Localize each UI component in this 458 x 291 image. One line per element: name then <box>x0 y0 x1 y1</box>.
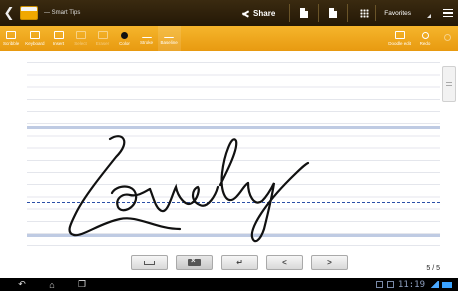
tool-label: Eraser <box>95 41 110 46</box>
recent-apps-icon[interactable]: ❐ <box>74 279 90 290</box>
editing-toolbar: Scribble Keyboard Insert Select Eraser C… <box>0 26 458 51</box>
notes-app-icon[interactable] <box>20 6 38 20</box>
back-chevron-icon[interactable]: ❮ <box>2 5 16 21</box>
keyboard-icon <box>29 31 40 39</box>
prev-key[interactable]: < <box>266 255 303 270</box>
favorites-label: Favorites <box>384 9 411 17</box>
backspace-key[interactable] <box>176 255 213 270</box>
space-key[interactable] <box>131 255 168 270</box>
export-page-icon[interactable] <box>300 8 309 18</box>
baseline-icon <box>164 33 175 38</box>
home-icon[interactable]: ⌂ <box>44 280 60 290</box>
share-icon <box>241 9 250 18</box>
divider <box>289 4 291 22</box>
tool-label: Redo <box>419 40 431 46</box>
tool-label: Keyboard <box>25 41 45 46</box>
system-nav-bar: ↶ ⌂ ❐ 11:19 <box>0 278 458 291</box>
divider <box>318 4 320 22</box>
select-icon <box>75 31 86 39</box>
handwriting-lovely <box>68 135 310 243</box>
divider <box>347 4 349 22</box>
page-scroll-handle[interactable] <box>442 66 456 102</box>
clock[interactable]: 11:19 <box>398 280 425 290</box>
tool-scribble[interactable]: Scribble <box>0 26 22 51</box>
share-button[interactable]: Share <box>241 9 275 18</box>
space-icon <box>144 260 155 265</box>
page-indicator: 5 / 5 <box>426 265 440 272</box>
usb-icon[interactable] <box>386 281 394 288</box>
share-label: Share <box>253 8 276 18</box>
next-key[interactable]: > <box>311 255 348 270</box>
tool-baseline[interactable]: Baseline <box>157 26 181 51</box>
enter-icon: ↵ <box>236 258 243 267</box>
tool-redo[interactable]: Redo <box>414 26 436 51</box>
insert-icon <box>53 31 64 39</box>
back-icon[interactable]: ↶ <box>14 279 30 290</box>
tool-select[interactable]: Select <box>70 26 92 51</box>
backspace-icon <box>188 256 201 266</box>
action-bar: ❮ — Smart Tips Share Favorites <box>0 0 458 26</box>
tool-stroke[interactable]: Stroke <box>136 26 158 51</box>
tool-label: Stroke <box>140 39 154 45</box>
scribble-icon <box>6 31 17 39</box>
grid-view-icon[interactable] <box>360 8 370 18</box>
tool-keyboard[interactable]: Keyboard <box>22 26 47 51</box>
chevron-left-icon: < <box>282 258 287 267</box>
overflow-menu-icon[interactable] <box>443 8 453 18</box>
note-canvas[interactable]: ↵ < > 5 / 5 <box>0 51 458 278</box>
tool-doodle-edit[interactable]: Doodle edit <box>385 26 414 51</box>
dropdown-corner-icon <box>427 14 431 18</box>
stroke-icon <box>141 33 152 38</box>
enter-key[interactable]: ↵ <box>221 255 258 270</box>
chevron-right-icon: > <box>327 258 332 267</box>
tool-color[interactable]: Color <box>114 26 136 51</box>
tool-label: Baseline <box>160 39 178 45</box>
notification-icon[interactable] <box>375 281 383 288</box>
upper-guide-band <box>27 126 440 129</box>
color-icon <box>121 31 129 39</box>
eraser-icon <box>97 31 108 39</box>
favorites-dropdown[interactable]: Favorites <box>375 5 439 21</box>
tool-label: Insert <box>52 41 65 46</box>
tool-label: Select <box>74 41 87 46</box>
redo-icon <box>421 31 429 39</box>
tool-label: Color <box>119 40 130 46</box>
note-title: — Smart Tips <box>44 10 81 16</box>
tool-undo[interactable] <box>436 26 458 51</box>
handwriting-keypad: ↵ < > <box>131 255 348 270</box>
battery-icon <box>442 281 452 288</box>
wifi-icon <box>430 281 439 288</box>
tool-eraser[interactable]: Eraser <box>92 26 114 51</box>
doodle-edit-icon <box>394 31 405 39</box>
tool-label: Doodle edit <box>388 41 411 46</box>
tool-insert[interactable]: Insert <box>48 26 70 51</box>
new-page-icon[interactable] <box>329 8 338 18</box>
tool-label: Scribble <box>3 41 20 46</box>
undo-icon <box>443 34 451 41</box>
